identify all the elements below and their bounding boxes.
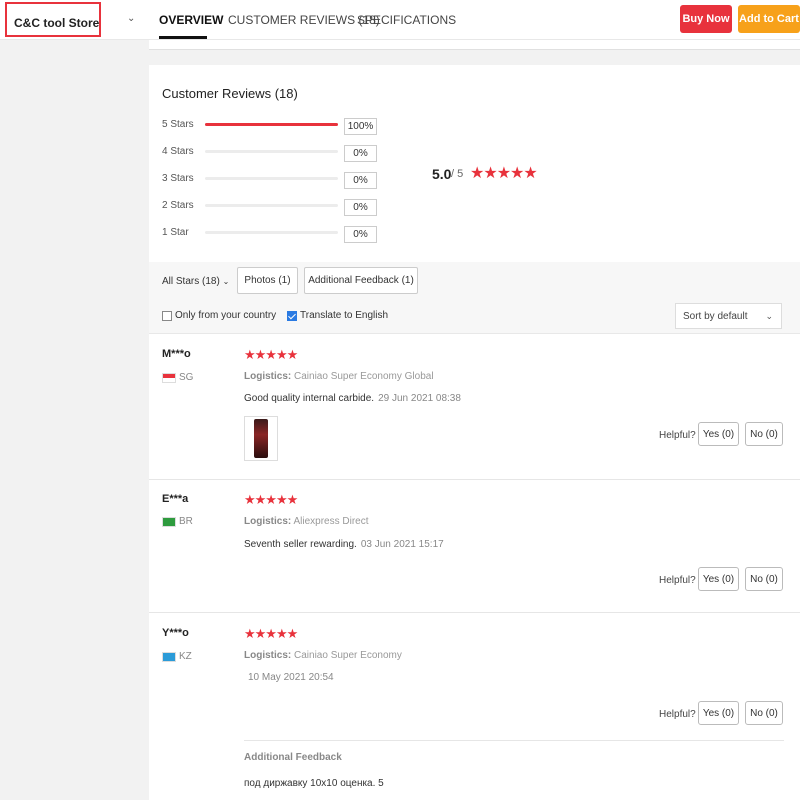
rating-label-1: 1 Star [162, 227, 189, 238]
additional-feedback-filter-button[interactable]: Additional Feedback (1) [304, 267, 418, 294]
review-logistics: Logistics: Aliexpress Direct [244, 516, 369, 527]
review-date: 29 Jun 2021 08:38 [378, 393, 461, 404]
review-text: Seventh seller rewarding. 03 Jun 2021 15:… [244, 539, 444, 550]
helpful-no-button[interactable]: No (0) [745, 701, 783, 725]
review-stars-icon: ★★★★★ [244, 492, 298, 507]
buy-now-button[interactable]: Buy Now [680, 5, 732, 33]
top-bar: C&C tool Store ⌄ OVERVIEW CUSTOMER REVIE… [0, 0, 800, 40]
review-country: KZ [162, 651, 192, 662]
rating-label-2: 2 Stars [162, 200, 194, 211]
left-sidebar [0, 40, 140, 800]
review-stars-icon: ★★★★★ [244, 347, 298, 362]
chevron-down-icon: ⌄ [222, 277, 230, 286]
rating-percent-2: 0% [344, 199, 377, 216]
only-from-country-checkbox[interactable]: Only from your country [162, 310, 276, 321]
rating-label-3: 3 Stars [162, 173, 194, 184]
tab-overview[interactable]: OVERVIEW [159, 13, 223, 27]
store-name[interactable]: C&C tool Store [14, 16, 99, 30]
helpful-no-button[interactable]: No (0) [745, 567, 783, 591]
logistics-value: Cainiao Super Economy Global [294, 371, 434, 382]
review-divider [149, 612, 800, 613]
helpful-label: Helpful? [659, 709, 696, 720]
review-username: Y***o [162, 627, 189, 639]
additional-feedback-text: под диржавку 10х10 оценка. 5 [244, 778, 384, 789]
review-photo-thumbnail[interactable] [244, 416, 278, 461]
flag-br-icon [162, 516, 176, 527]
rating-bar-4 [205, 150, 338, 153]
review-text: Good quality internal carbide. 29 Jun 202… [244, 393, 461, 404]
rating-bar-1 [205, 231, 338, 234]
review-logistics: Logistics: Cainiao Super Economy [244, 650, 402, 661]
rating-bar-2 [205, 204, 338, 207]
all-stars-filter[interactable]: All Stars (18) ⌄ [162, 276, 229, 287]
logistics-label: Logistics: [244, 650, 292, 661]
flag-sg-icon [162, 372, 176, 383]
rating-percent-3: 0% [344, 172, 377, 189]
country-code: SG [179, 372, 194, 383]
helpful-label: Helpful? [659, 430, 696, 441]
additional-feedback-title: Additional Feedback [244, 752, 342, 763]
review-username: M***o [162, 348, 191, 360]
tab-specifications[interactable]: SPECIFICATIONS [357, 13, 456, 27]
chevron-down-icon[interactable]: ⌄ [127, 13, 135, 24]
logistics-label: Logistics: [244, 371, 292, 382]
logistics-label: Logistics: [244, 516, 292, 527]
review-text: 10 May 2021 20:54 [244, 672, 334, 683]
review-date: 03 Jun 2021 15:17 [360, 539, 444, 550]
average-stars-icon: ★★★★★ [470, 165, 538, 182]
country-code: BR [179, 516, 193, 527]
additional-feedback-divider [244, 740, 784, 741]
checkbox-checked-icon[interactable] [287, 310, 297, 321]
review-date: 10 May 2021 20:54 [248, 672, 334, 683]
sort-select[interactable]: Sort by default ⌄ [675, 303, 782, 329]
checkbox-icon[interactable] [162, 310, 172, 321]
rating-percent-1: 0% [344, 226, 377, 243]
average-out-of: / 5 [451, 168, 464, 180]
rating-bar-3 [205, 177, 338, 180]
photos-filter-button[interactable]: Photos (1) [237, 267, 298, 294]
review-country: SG [162, 372, 193, 383]
chevron-down-icon: ⌄ [765, 311, 773, 321]
logistics-value: Aliexpress Direct [293, 516, 369, 527]
translate-label: Translate to English [300, 310, 389, 321]
average-rating: 5.0 [432, 166, 452, 182]
logistics-value: Cainiao Super Economy [294, 650, 402, 661]
review-stars-icon: ★★★★★ [244, 626, 298, 641]
review-divider [149, 479, 800, 480]
helpful-yes-button[interactable]: Yes (0) [698, 567, 739, 591]
review-logistics: Logistics: Cainiao Super Economy Global [244, 371, 434, 382]
product-image [254, 419, 268, 458]
review-username: E***a [162, 493, 189, 505]
rating-percent-5: 100% [344, 118, 377, 135]
rating-percent-4: 0% [344, 145, 377, 162]
all-stars-label: All Stars (18) [162, 276, 220, 287]
add-to-cart-button[interactable]: Add to Cart [738, 5, 800, 33]
only-from-country-label: Only from your country [175, 310, 277, 321]
helpful-label: Helpful? [659, 575, 696, 586]
translate-checkbox[interactable]: Translate to English [287, 310, 388, 321]
review-body: Good quality internal carbide. [244, 393, 375, 404]
rating-bar-5 [205, 123, 338, 126]
rating-label-5: 5 Stars [162, 119, 194, 130]
reviews-title: Customer Reviews (18) [162, 86, 298, 101]
active-tab-underline [159, 36, 207, 39]
helpful-yes-button[interactable]: Yes (0) [698, 701, 739, 725]
helpful-no-button[interactable]: No (0) [745, 422, 783, 446]
rating-label-4: 4 Stars [162, 146, 194, 157]
helpful-yes-button[interactable]: Yes (0) [698, 422, 739, 446]
overview-strip [149, 40, 800, 50]
sort-value: Sort by default [683, 310, 748, 322]
country-code: KZ [179, 651, 192, 662]
review-body: Seventh seller rewarding. [244, 539, 357, 550]
review-country: BR [162, 516, 193, 527]
flag-kz-icon [162, 651, 176, 662]
